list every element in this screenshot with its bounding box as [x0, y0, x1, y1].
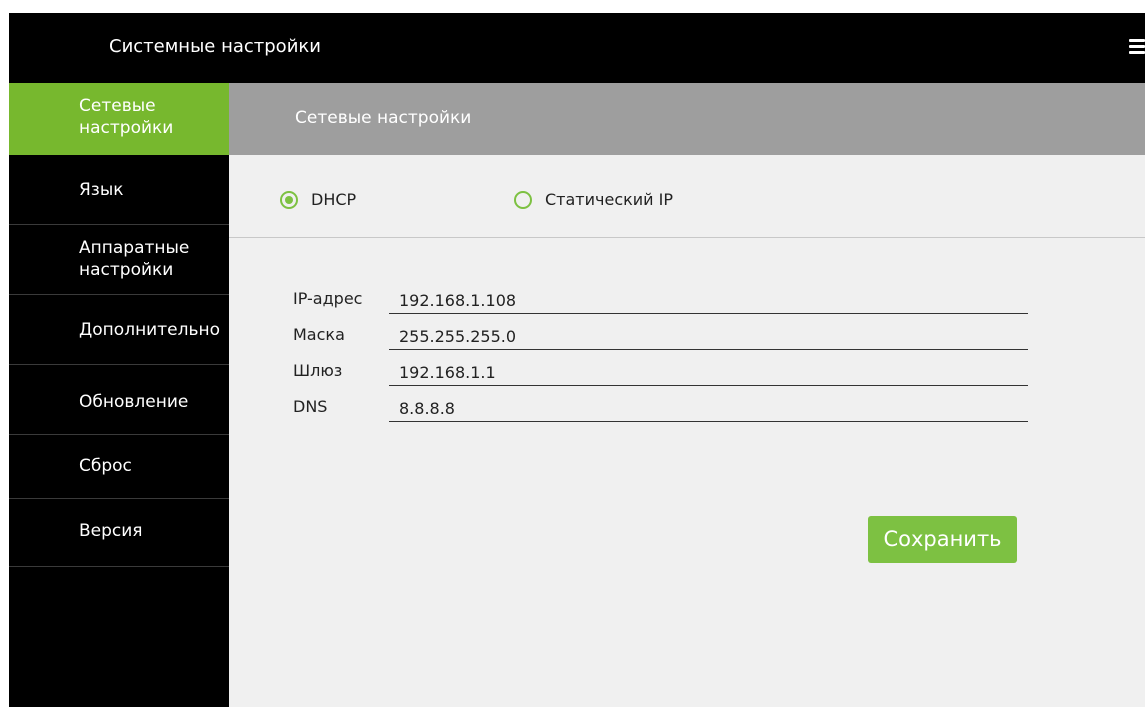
sidebar-item-reset[interactable]: Сброс [9, 435, 229, 499]
sidebar-item-advanced[interactable]: Дополнительно [9, 295, 229, 365]
mask-field[interactable] [389, 320, 1028, 350]
top-bar: Системные настройки [9, 13, 1145, 83]
sidebar-item-version[interactable]: Версия [9, 499, 229, 567]
sidebar-item-label: Язык [79, 180, 124, 200]
save-button[interactable]: Сохранить [868, 516, 1017, 563]
ip-address-field[interactable] [389, 284, 1028, 314]
sidebar-item-label: Версия [79, 521, 143, 541]
sidebar-item-label: Дополнительно [79, 320, 220, 340]
menu-line [1129, 45, 1145, 48]
dns-label: DNS [293, 397, 328, 416]
static-ip-radio-label: Статический IP [545, 190, 674, 209]
sidebar-item-update[interactable]: Обновление [9, 365, 229, 435]
ip-address-row: IP-адрес [293, 284, 1028, 314]
sidebar-item-network-settings[interactable]: Сетевые настройки [9, 83, 229, 155]
dns-field[interactable] [389, 392, 1028, 422]
ip-address-label: IP-адрес [293, 289, 363, 308]
sidebar-item-hardware-settings[interactable]: Аппаратные настройки [9, 225, 229, 295]
mask-row: Маска [293, 320, 1028, 350]
hamburger-menu-icon[interactable] [1129, 39, 1145, 55]
menu-line [1129, 39, 1145, 42]
radio-selected-icon [280, 191, 298, 209]
gateway-row: Шлюз [293, 356, 1028, 386]
dhcp-radio-label: DHCP [311, 190, 357, 209]
radio-dot [285, 196, 293, 204]
sidebar-item-label: Обновление [79, 392, 189, 412]
app-title: Системные настройки [109, 36, 321, 57]
sidebar-item-language[interactable]: Язык [9, 155, 229, 225]
menu-line [1129, 51, 1145, 54]
sidebar-item-label: Аппаратные настройки [79, 238, 190, 280]
gateway-field[interactable] [389, 356, 1028, 386]
dns-row: DNS [293, 392, 1028, 422]
network-mode-group: DHCP Статический IP [229, 155, 1145, 238]
mask-label: Маска [293, 325, 345, 344]
page-title: Сетевые настройки [295, 108, 472, 128]
sidebar-item-label: Сброс [79, 456, 132, 476]
app-window: Системные настройки Сетевые настройки Яз… [9, 13, 1145, 707]
sidebar: Сетевые настройки Язык Аппаратные настро… [9, 83, 229, 707]
section-header: Сетевые настройки [229, 83, 1145, 155]
radio-unselected-icon [514, 191, 532, 209]
gateway-label: Шлюз [293, 361, 343, 380]
sidebar-item-label: Сетевые настройки [79, 96, 174, 138]
